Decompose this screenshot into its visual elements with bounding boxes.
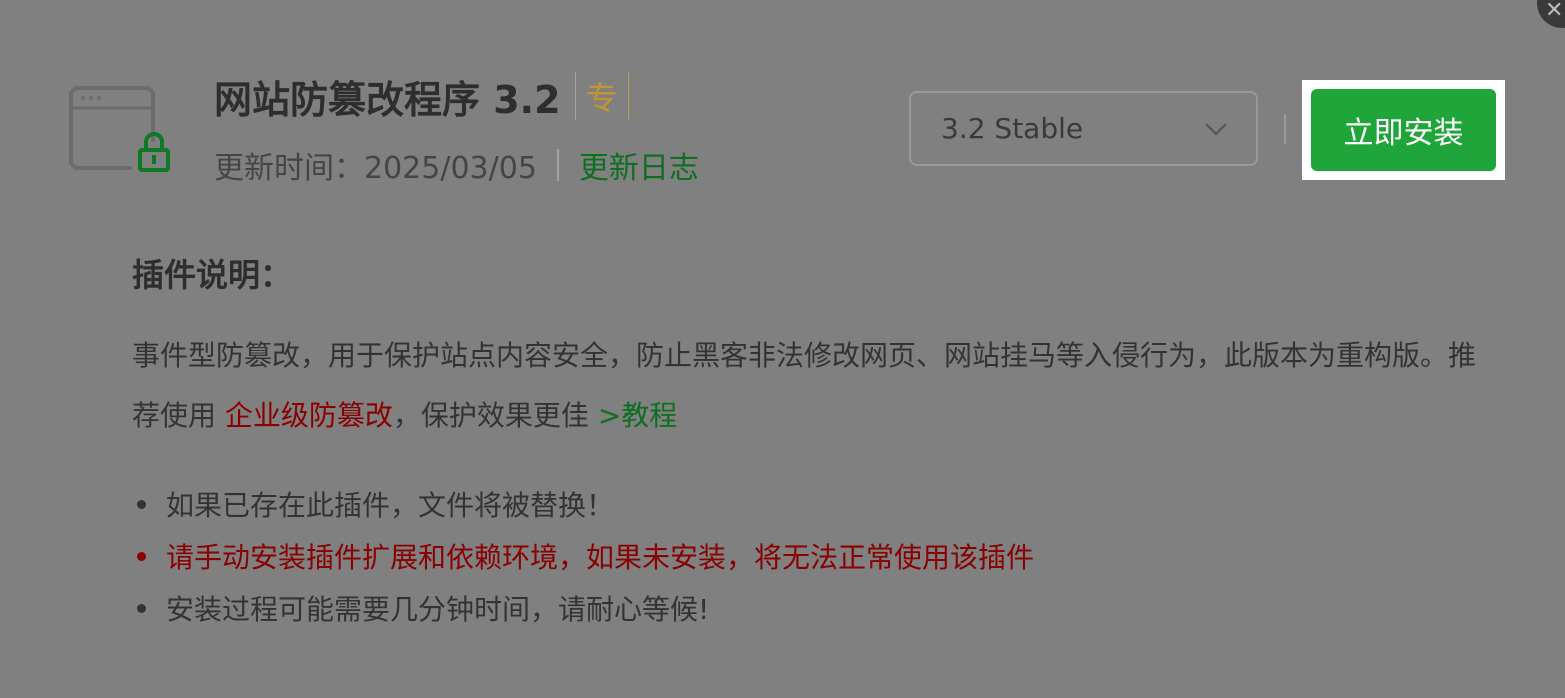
plugin-title-row: 网站防篡改程序 3.2 专 (214, 70, 635, 122)
divider (556, 149, 559, 181)
update-time: 更新时间：2025/03/05 (214, 151, 537, 186)
install-notes: 如果已存在此插件，文件将被替换！ 请手动安装插件扩展和依赖环境，如果未安装，将无… (132, 478, 1034, 634)
section-heading: 插件说明： (132, 256, 293, 294)
pro-badge: 专 (585, 79, 618, 117)
list-item: 如果已存在此插件，文件将被替换！ (132, 478, 1034, 530)
note-text: 如果已存在此插件，文件将被替换！ (166, 489, 615, 522)
page-title: 网站防篡改程序 3.2 (214, 77, 561, 122)
divider (627, 72, 629, 120)
version-select-value: 3.2 Stable (941, 112, 1084, 145)
bullet-icon (137, 499, 146, 509)
enterprise-tamper-link[interactable]: 企业级防篡改 (225, 399, 393, 432)
divider (1284, 114, 1286, 144)
install-button-highlight: 立即安装 (1302, 80, 1505, 180)
plugin-description: 事件型防篡改，用于保护站点内容安全，防止黑客非法修改网页、网站挂马等入侵行为，此… (132, 326, 1502, 446)
version-select[interactable]: 3.2 Stable (909, 91, 1258, 166)
bullet-icon (137, 551, 146, 561)
plugin-meta-row: 更新时间：2025/03/05 更新日志 (214, 142, 699, 188)
note-text: 请手动安装插件扩展和依赖环境，如果未安装，将无法正常使用该插件 (166, 541, 1035, 574)
note-text: 安装过程可能需要几分钟时间，请耐心等候! (166, 593, 710, 626)
description-text: ，保护效果更佳 (392, 399, 598, 432)
changelog-link[interactable]: 更新日志 (579, 143, 699, 187)
close-icon: ✕ (1545, 0, 1564, 23)
bullet-icon (137, 603, 146, 613)
browser-window-lock-icon (68, 84, 178, 178)
install-button[interactable]: 立即安装 (1311, 89, 1496, 171)
divider (574, 72, 576, 120)
close-button[interactable]: ✕ (1537, 0, 1565, 28)
tutorial-link[interactable]: >教程 (598, 399, 677, 432)
list-item: 安装过程可能需要几分钟时间，请耐心等候! (132, 582, 1034, 634)
chevron-down-icon (1204, 122, 1228, 136)
list-item: 请手动安装插件扩展和依赖环境，如果未安装，将无法正常使用该插件 (132, 530, 1034, 582)
